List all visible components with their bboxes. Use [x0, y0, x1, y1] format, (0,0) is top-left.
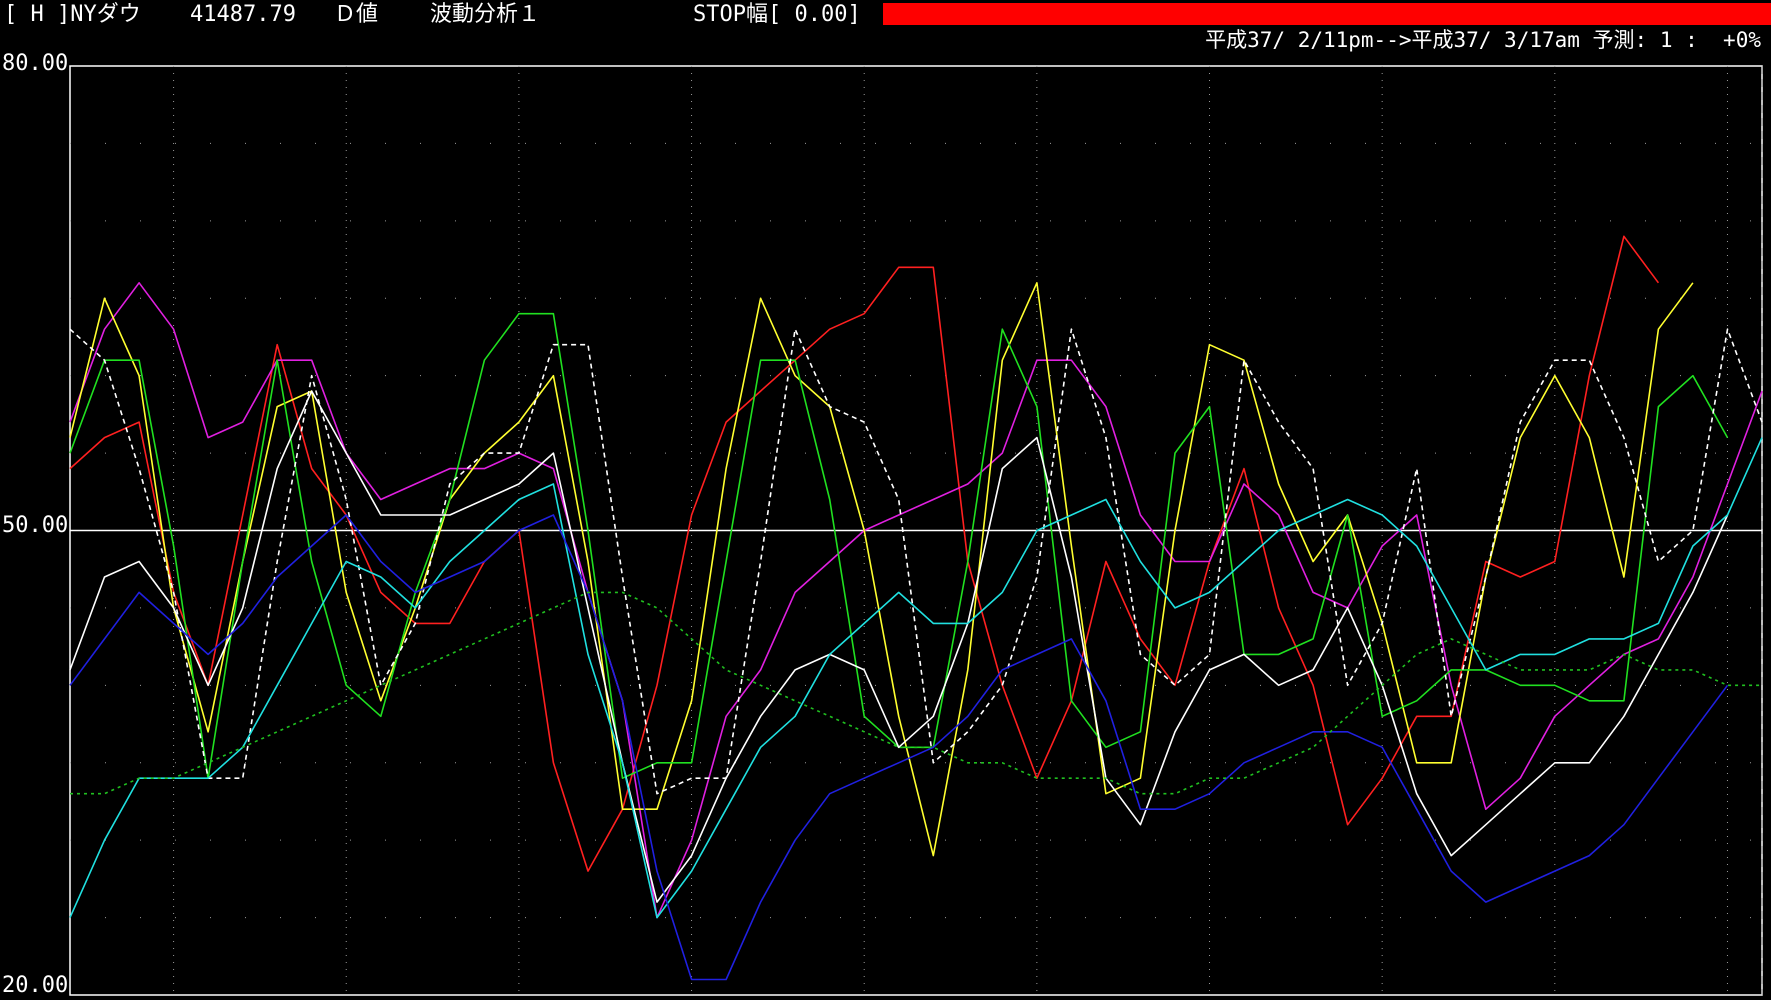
price-value: 41487.79 [190, 2, 296, 27]
y-tick-bottom: 20.00 [2, 973, 69, 998]
top-header: [ H ]NYダウ 41487.79 Ｄ値 波動分析１ STOP幅[ 0.00]… [0, 0, 1771, 52]
y-tick-mid: 50.00 [2, 513, 69, 538]
series-line-7 [69, 437, 1763, 919]
series-line-4 [69, 312, 1729, 780]
stop-width-label: STOP幅[ 0.00] [693, 2, 861, 27]
series-line-6 [69, 390, 1729, 903]
signal-bar [883, 3, 1771, 25]
y-tick-top: 80.00 [2, 51, 69, 76]
series-line-9 [70, 591, 1762, 795]
instrument-label: [ H ]NYダウ [4, 2, 141, 27]
series-line-5 [69, 328, 1763, 795]
period-info: 平成37/ 2/11pm-->平成37/ 3/17am 予測: 1 : +0% [1205, 28, 1761, 52]
value-type-label: Ｄ値 [334, 2, 379, 27]
analysis-label: 波動分析１ [430, 2, 541, 27]
wave-analysis-chart [69, 65, 1763, 996]
